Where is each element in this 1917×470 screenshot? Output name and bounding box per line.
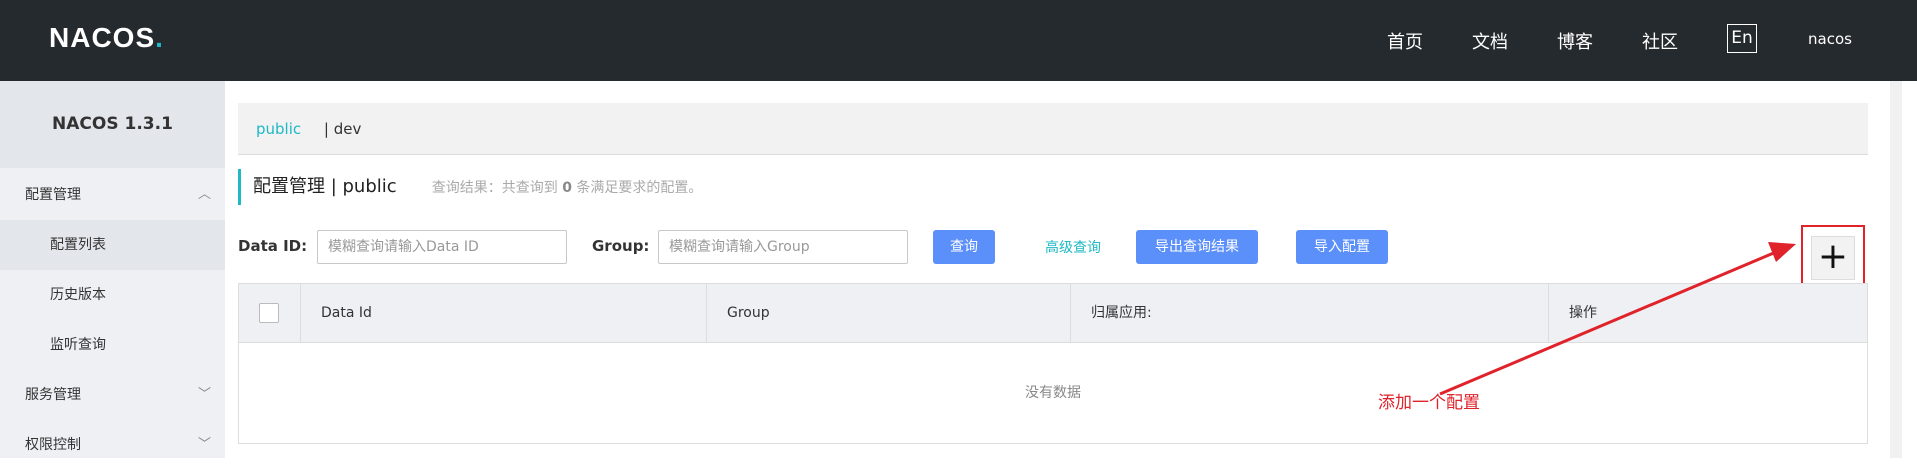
query-button[interactable]: 查询 xyxy=(933,230,995,264)
page-title: 配置管理 | public xyxy=(253,176,397,197)
query-summary: 查询结果：共查询到 0 条满足要求的配置。 xyxy=(431,180,703,196)
nav-docs[interactable]: 文档 xyxy=(1472,28,1508,54)
nav-community[interactable]: 社区 xyxy=(1642,28,1678,54)
sidebar-item-label: 历史版本 xyxy=(50,287,106,303)
namespace-tabs: public | dev xyxy=(238,103,1868,155)
result-count: 0 xyxy=(562,180,572,196)
select-all-checkbox[interactable] xyxy=(259,303,279,323)
group-input[interactable] xyxy=(658,230,908,264)
nav-home[interactable]: 首页 xyxy=(1387,28,1423,54)
table-header: Data Id Group 归属应用: 操作 xyxy=(239,284,1867,343)
column-header-actions: 操作 xyxy=(1569,305,1597,321)
config-table: Data Id Group 归属应用: 操作 没有数据 xyxy=(238,283,1868,444)
sidebar-item-label: 权限控制 xyxy=(25,437,81,453)
sidebar-item-label: 配置管理 xyxy=(25,187,81,203)
import-config-button[interactable]: 导入配置 xyxy=(1296,230,1388,264)
sidebar-item-access-control[interactable]: 权限控制 ﹀ xyxy=(0,420,225,470)
column-header-dataid[interactable]: Data Id xyxy=(301,284,707,343)
top-navbar: NACOS. 首页 文档 博客 社区 En nacos xyxy=(0,0,1917,81)
select-all-cell xyxy=(239,284,301,343)
column-header-app[interactable]: 归属应用: xyxy=(1071,284,1549,343)
sidebar-item-label: 服务管理 xyxy=(25,387,81,403)
sidebar-item-service-management[interactable]: 服务管理 ﹀ xyxy=(0,370,225,420)
page-header: 配置管理 | public 查询结果：共查询到 0 条满足要求的配置。 xyxy=(238,169,702,205)
dataid-label: Data ID: xyxy=(238,237,308,255)
vertical-scrollbar[interactable] xyxy=(1890,81,1902,458)
version-label: NACOS 1.3.1 xyxy=(0,81,225,168)
chevron-up-icon: ︿ xyxy=(197,187,211,202)
group-label: Group: xyxy=(592,237,650,255)
sidebar-item-config-management[interactable]: 配置管理 ︿ xyxy=(0,170,225,220)
namespace-tab-dev[interactable]: | dev xyxy=(324,120,361,138)
nav-blog[interactable]: 博客 xyxy=(1557,28,1593,54)
advanced-query-link[interactable]: 高级查询 xyxy=(1045,237,1101,257)
sidebar-item-config-list[interactable]: 配置列表 xyxy=(0,220,225,270)
column-header-group[interactable]: Group xyxy=(707,284,1071,343)
sidebar-item-history[interactable]: 历史版本 xyxy=(0,270,225,320)
nacos-logo[interactable]: NACOS. xyxy=(49,22,164,54)
sidebar-item-label: 配置列表 xyxy=(50,237,106,253)
language-toggle[interactable]: En xyxy=(1727,24,1757,53)
chevron-down-icon: ﹀ xyxy=(197,437,211,452)
chevron-down-icon: ﹀ xyxy=(197,387,211,402)
sidebar-item-listener-query[interactable]: 监听查询 xyxy=(0,320,225,370)
sidebar-item-label: 监听查询 xyxy=(50,337,106,353)
dataid-input[interactable] xyxy=(317,230,567,264)
empty-table-message: 没有数据 xyxy=(1025,385,1081,401)
export-results-button[interactable]: 导出查询结果 xyxy=(1136,230,1258,264)
sidebar: NACOS 1.3.1 配置管理 ︿ 配置列表 历史版本 监听查询 服务管理 ﹀… xyxy=(0,81,225,458)
add-config-button[interactable]: + xyxy=(1811,236,1855,280)
user-menu[interactable]: nacos xyxy=(1808,30,1852,48)
annotation-text: 添加一个配置 xyxy=(1378,393,1480,413)
namespace-tab-public[interactable]: public xyxy=(256,120,301,138)
